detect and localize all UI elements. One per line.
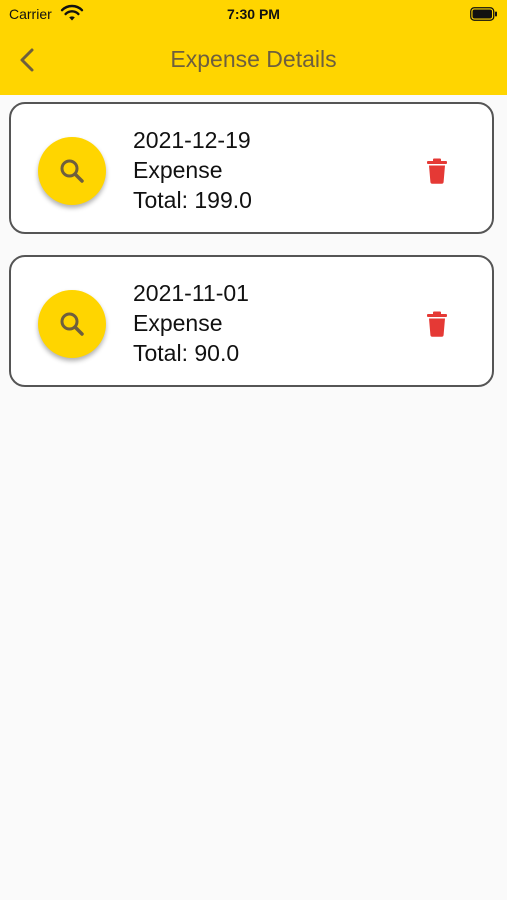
status-time: 7:30 PM: [227, 6, 280, 22]
expense-details: 2021-12-19 Expense Total: 199.0: [133, 125, 252, 215]
trash-icon[interactable]: [425, 158, 449, 184]
search-icon: [60, 312, 84, 336]
battery-icon: [470, 7, 497, 21]
expense-total: Total: 90.0: [133, 340, 240, 366]
expense-date: 2021-12-19: [133, 127, 251, 153]
view-expense-button[interactable]: [38, 290, 106, 358]
expense-card: 2021-11-01 Expense Total: 90.0: [9, 255, 494, 387]
expense-card: 2021-12-19 Expense Total: 199.0: [9, 102, 494, 234]
expense-date: 2021-11-01: [133, 280, 249, 306]
app-bar: Carrier 7:30 PM Expense Details: [0, 0, 507, 95]
search-icon: [60, 159, 84, 183]
trash-icon[interactable]: [425, 311, 449, 337]
expense-type: Expense: [133, 310, 223, 336]
expense-details: 2021-11-01 Expense Total: 90.0: [133, 278, 249, 368]
expense-type: Expense: [133, 157, 223, 183]
page-title: Expense Details: [170, 46, 337, 72]
view-expense-button[interactable]: [38, 137, 106, 205]
expense-total: Total: 199.0: [133, 187, 252, 213]
status-bar: Carrier 7:30 PM: [0, 0, 507, 28]
